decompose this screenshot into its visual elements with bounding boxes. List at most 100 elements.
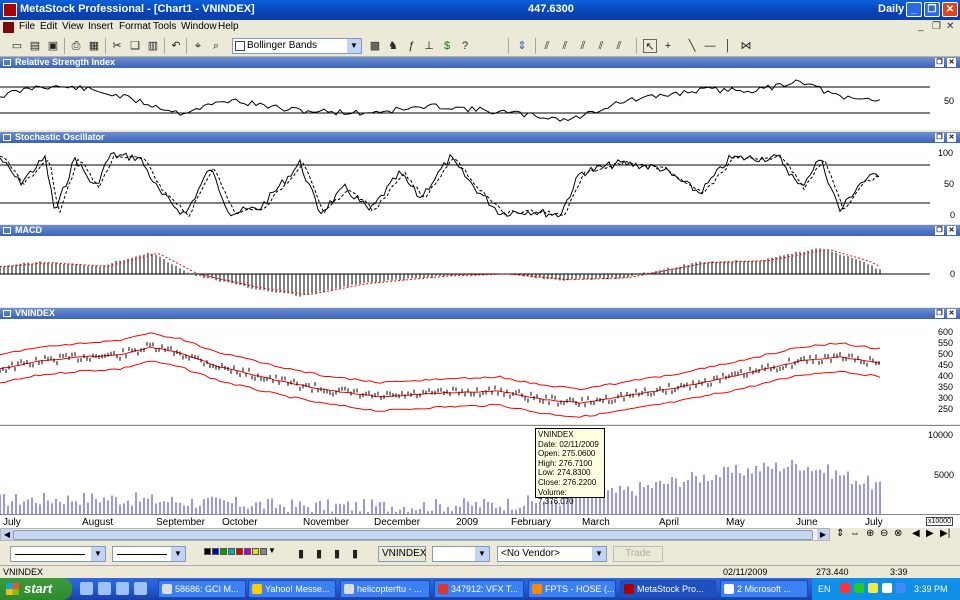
scroll-left-icon[interactable]: ◀	[1, 529, 13, 540]
vertical-line-icon[interactable]: │	[721, 39, 735, 53]
volume-pane[interactable]: 10000 5000	[0, 425, 960, 514]
line-weight-select[interactable]: ▼	[112, 546, 186, 562]
price-pane[interactable]: VNINDEX ❐ ✕ 600 550 500 450 400 350 300 …	[0, 308, 960, 424]
chart-style-icon[interactable]: ⫽	[576, 39, 590, 53]
color-dropdown-icon[interactable]: ▼	[268, 546, 276, 555]
stochastic-pane[interactable]: Stochastic Oscillator ❐ ✕ 100 50 0	[0, 132, 960, 224]
security-folder-select[interactable]: ▼	[432, 546, 490, 562]
scroll-right-icon[interactable]: ▶	[817, 529, 829, 540]
open-icon[interactable]: ▤	[28, 39, 42, 53]
chart-style-icon[interactable]: ⫽	[594, 39, 608, 53]
menu-edit[interactable]: Edit	[40, 21, 57, 32]
cut-icon[interactable]: ✂	[110, 39, 124, 53]
pane-close-button[interactable]: ✕	[947, 226, 956, 235]
tray-icon[interactable]	[840, 583, 850, 593]
chart-style-icon[interactable]: ⫽	[540, 39, 554, 53]
menu-format[interactable]: Format	[119, 21, 151, 32]
pane-restore-button[interactable]: ❐	[935, 133, 944, 142]
color-swatch-magenta[interactable]	[244, 548, 251, 555]
trendline-icon[interactable]: ╲	[685, 39, 699, 53]
stochastic-pane-header[interactable]: Stochastic Oscillator ❐ ✕	[0, 132, 960, 143]
print-preview-icon[interactable]: ▦	[87, 39, 101, 53]
start-button[interactable]: start	[0, 578, 72, 600]
tray-icon[interactable]	[882, 583, 892, 593]
zoom-in-icon[interactable]: ⊕	[866, 528, 874, 539]
new-icon[interactable]: ▭	[10, 39, 24, 53]
mdi-restore-button[interactable]: ❐	[932, 21, 941, 32]
color-swatch-green[interactable]	[220, 548, 227, 555]
color-swatch-yellow[interactable]	[252, 548, 259, 555]
menu-insert[interactable]: Insert	[88, 21, 113, 32]
menu-file[interactable]: File	[19, 21, 35, 32]
chevron-down-icon[interactable]: ▼	[91, 547, 105, 561]
mdi-close-button[interactable]: ✕	[946, 21, 954, 32]
trade-button[interactable]: Trade	[613, 546, 663, 562]
taskbar-button[interactable]: FPTS - HOSE (...	[528, 580, 616, 598]
chevron-down-icon[interactable]: ▼	[171, 547, 185, 561]
copy-icon[interactable]: ❏	[128, 39, 142, 53]
indicator-builder-icon[interactable]: ▩	[368, 39, 382, 53]
quicklaunch-icon[interactable]	[134, 582, 147, 595]
color-swatch-cyan[interactable]	[228, 548, 235, 555]
menu-tools[interactable]: Tools	[153, 21, 176, 32]
close-button[interactable]: ✕	[942, 2, 958, 17]
taskbar-button-active[interactable]: MetaStock Pro...	[620, 580, 716, 598]
paste-icon[interactable]: ▥	[146, 39, 160, 53]
taskbar-button[interactable]: helicopterftu - ...	[340, 580, 430, 598]
taskbar-button[interactable]: 2 Microsoft ...	[720, 580, 808, 598]
pane-close-button[interactable]: ✕	[947, 58, 956, 67]
security-name-field[interactable]: VNINDEX	[378, 546, 426, 562]
cycle-lines-icon[interactable]: ⋈	[739, 39, 753, 53]
chart-style-icon[interactable]: ⫽	[558, 39, 572, 53]
security-icon[interactable]: ▮	[294, 547, 308, 561]
line-style-select[interactable]: ▼	[10, 546, 106, 562]
restore-button[interactable]: ❐	[924, 2, 940, 17]
menu-help[interactable]: Help	[218, 21, 239, 32]
menu-window[interactable]: Window	[181, 21, 217, 32]
tray-icon[interactable]	[896, 583, 906, 593]
quicklaunch-icon[interactable]	[80, 582, 93, 595]
save-icon[interactable]: ▣	[46, 39, 60, 53]
scroll-icon[interactable]: ⇕	[515, 39, 529, 53]
indicator-quicklist-select[interactable]: Bollinger Bands ▼	[232, 38, 362, 54]
page-back-icon[interactable]: ◀	[912, 528, 920, 539]
color-swatch-blue[interactable]	[212, 548, 219, 555]
tray-icon[interactable]	[854, 583, 864, 593]
vendor-select[interactable]: <No Vendor> ▼	[497, 546, 607, 562]
pane-restore-button[interactable]: ❐	[935, 58, 944, 67]
taskbar-button[interactable]: 58686: GCI M...	[158, 580, 246, 598]
system-tester-icon[interactable]: $	[440, 39, 454, 53]
color-swatch-black[interactable]	[204, 548, 211, 555]
macd-pane-header[interactable]: MACD ❐ ✕	[0, 225, 960, 236]
taskbar-button[interactable]: Yahoo! Messe...	[248, 580, 336, 598]
pointer-icon[interactable]: ↖	[643, 39, 657, 53]
color-swatch-red[interactable]	[236, 548, 243, 555]
taskbar-button[interactable]: 347912: VFX T...	[434, 580, 524, 598]
security-icon[interactable]: ▮	[330, 547, 344, 561]
print-icon[interactable]: ⎙	[69, 39, 83, 53]
metastock-app-icon[interactable]	[3, 3, 17, 17]
pane-close-button[interactable]: ✕	[947, 133, 956, 142]
security-icon[interactable]: ▮	[312, 547, 326, 561]
chevron-down-icon[interactable]: ▼	[347, 39, 361, 53]
tray-icon[interactable]	[868, 583, 878, 593]
undo-icon[interactable]: ↶	[169, 39, 183, 53]
chevron-down-icon[interactable]: ▼	[475, 547, 489, 561]
expert-advisor-icon[interactable]: ⊥	[422, 39, 436, 53]
menu-view[interactable]: View	[62, 21, 84, 32]
zoom-reset-icon[interactable]: ⊗	[894, 528, 902, 539]
crosshair-icon[interactable]: ⌖	[191, 39, 205, 53]
price-pane-header[interactable]: VNINDEX ❐ ✕	[0, 308, 960, 319]
chart-document-icon[interactable]	[3, 22, 14, 33]
pane-restore-button[interactable]: ❐	[935, 226, 944, 235]
page-forward-icon[interactable]: ▶	[926, 528, 934, 539]
color-swatch-gray[interactable]	[260, 548, 267, 555]
expand-icon[interactable]: ⇕	[836, 528, 844, 539]
rsi-pane[interactable]: Relative Strength Index ❐ ✕ 50	[0, 57, 960, 130]
crosshair-tool-icon[interactable]: +	[661, 39, 675, 53]
function-icon[interactable]: ƒ	[404, 39, 418, 53]
macd-pane[interactable]: MACD ❐ ✕ 0	[0, 225, 960, 307]
compress-icon[interactable]: ⇔	[850, 528, 860, 539]
quicklaunch-icon[interactable]	[98, 582, 111, 595]
explorer-icon[interactable]: ♞	[386, 39, 400, 53]
